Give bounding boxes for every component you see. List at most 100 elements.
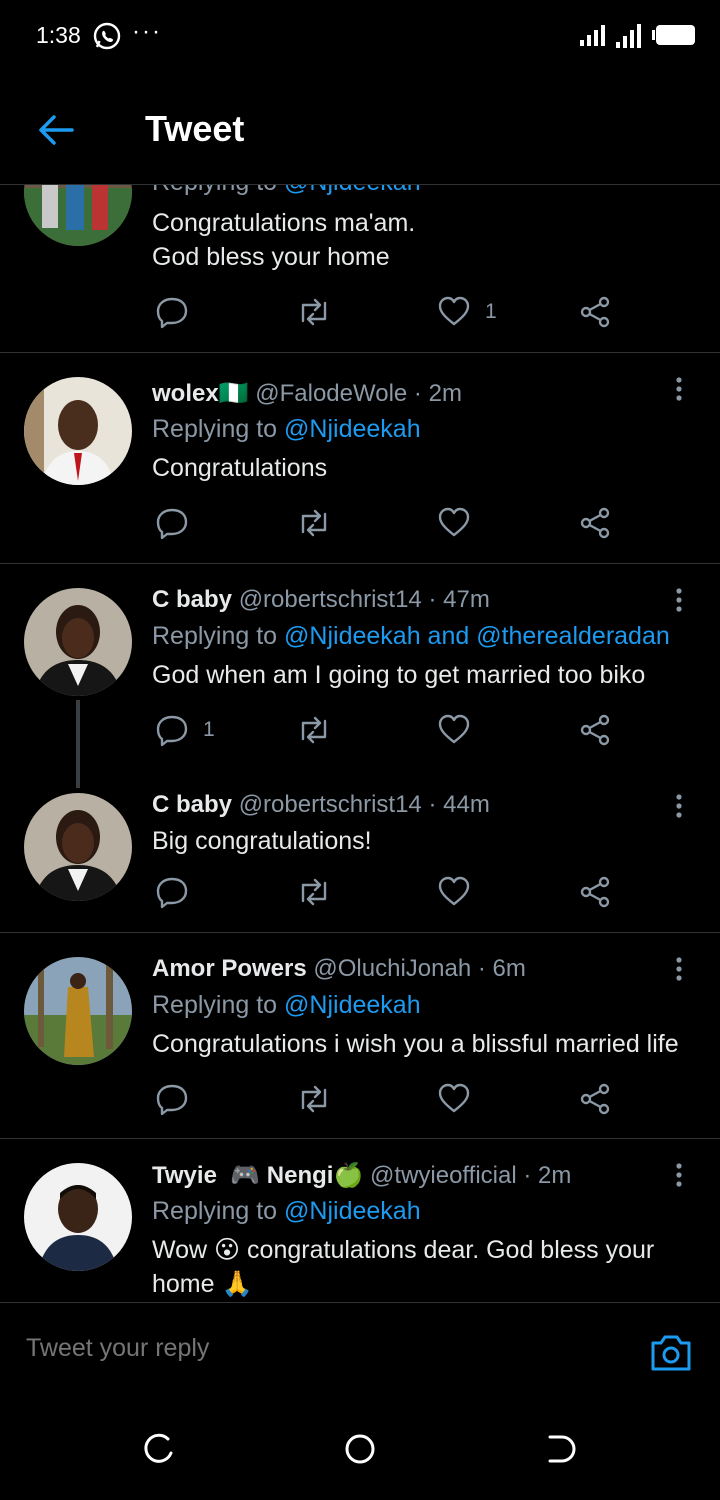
share-icon: [580, 507, 610, 539]
share-button[interactable]: [578, 505, 612, 541]
heart-icon: [438, 876, 470, 906]
share-icon: [580, 296, 610, 328]
app-header: Tweet: [0, 72, 720, 185]
divider: [0, 563, 720, 564]
like-button[interactable]: [437, 1081, 471, 1117]
whatsapp-icon: [93, 22, 121, 50]
comment-icon: [156, 1084, 188, 1116]
comment-icon: [156, 297, 188, 329]
more-options-icon[interactable]: [664, 586, 694, 616]
reply-actions: [0, 1081, 720, 1117]
avatar[interactable]: [24, 957, 132, 1065]
heart-icon: [438, 1083, 470, 1113]
more-options-icon[interactable]: [664, 792, 694, 822]
user-name[interactable]: Twyie ⁣ 🎮 Nengi🍏: [152, 1162, 363, 1189]
reply-button[interactable]: [155, 1081, 189, 1117]
reply-text: Wow 😮 congratulations dear. God bless yo…: [152, 1236, 655, 1298]
reply-count: 1: [203, 718, 215, 741]
like-count: 1: [485, 300, 497, 323]
comment-icon: [156, 877, 188, 909]
retweet-button[interactable]: [296, 294, 332, 330]
more-notifications-icon: ···: [132, 18, 162, 45]
reply-button[interactable]: [155, 505, 189, 541]
share-icon: [580, 1083, 610, 1115]
user-handle[interactable]: @OluchiJonah: [313, 955, 471, 982]
avatar[interactable]: [24, 377, 132, 485]
more-options-icon[interactable]: [664, 1161, 694, 1191]
timestamp: 44m: [443, 791, 490, 818]
reply-actions: [0, 874, 720, 910]
reply-meta: Amor Powers @OluchiJonah · 6m: [152, 955, 526, 982]
avatar[interactable]: [24, 1163, 132, 1271]
reply-button[interactable]: 1: [155, 712, 215, 748]
reply-mention-link[interactable]: @Njideekah and @therealderadan: [284, 622, 670, 650]
user-handle[interactable]: @robertschrist14: [239, 791, 422, 818]
heart-icon: [438, 507, 470, 537]
user-handle[interactable]: @FalodeWole: [255, 380, 407, 407]
back-arrow-icon[interactable]: [34, 108, 78, 152]
replies-feed[interactable]: Replying to @Njideekah Congratulations m…: [0, 184, 720, 1302]
retweet-icon: [301, 298, 327, 326]
share-button[interactable]: [578, 712, 612, 748]
share-icon: [580, 876, 610, 908]
status-bar: 1:38 ···: [0, 0, 720, 72]
avatar[interactable]: [24, 588, 132, 696]
battery-icon: [652, 25, 695, 45]
more-options-icon[interactable]: [664, 955, 694, 985]
retweet-icon: [301, 509, 327, 537]
reply-button[interactable]: [155, 294, 189, 330]
camera-icon[interactable]: [648, 1329, 694, 1375]
timestamp: 2m: [538, 1162, 572, 1189]
reply-meta: C baby @robertschrist14 · 44m: [152, 791, 490, 818]
recent-apps-icon[interactable]: [140, 1429, 180, 1469]
user-handle[interactable]: @robertschrist14: [239, 586, 422, 613]
more-options-icon[interactable]: [664, 375, 694, 405]
retweet-button[interactable]: [296, 712, 332, 748]
avatar[interactable]: [24, 184, 132, 246]
reply-meta: Twyie ⁣ 🎮 Nengi🍏 @twyieofficial · 2m: [152, 1162, 572, 1189]
back-nav-icon[interactable]: [540, 1429, 580, 1469]
reply-text: Congratulations: [152, 454, 328, 482]
share-button[interactable]: [578, 874, 612, 910]
retweet-button[interactable]: [296, 874, 332, 910]
reply-text: God when am I going to get married too b…: [152, 661, 646, 689]
heart-icon: [438, 296, 470, 326]
timestamp: 47m: [443, 586, 490, 613]
like-button[interactable]: [437, 874, 471, 910]
user-name[interactable]: wolex🇳🇬: [152, 380, 249, 407]
reply-actions: 1: [0, 294, 720, 330]
share-button[interactable]: [578, 294, 612, 330]
signal-4g-icon: [616, 24, 641, 48]
divider: [0, 1138, 720, 1139]
user-name[interactable]: C baby: [152, 586, 232, 613]
reply-mention-link[interactable]: @Njideekah: [284, 184, 421, 196]
share-icon: [580, 714, 610, 746]
user-name[interactable]: Amor Powers: [152, 955, 307, 982]
user-handle[interactable]: @twyieofficial: [370, 1162, 517, 1189]
status-time: 1:38: [36, 22, 81, 48]
reply-mention-link[interactable]: @Njideekah: [284, 1197, 421, 1225]
user-name[interactable]: C baby: [152, 791, 232, 818]
heart-icon: [438, 714, 470, 744]
timestamp: 6m: [492, 955, 526, 982]
page-title: Tweet: [145, 108, 245, 149]
divider: [0, 932, 720, 933]
like-button[interactable]: [437, 505, 471, 541]
home-icon[interactable]: [340, 1429, 380, 1469]
reply-text: Big congratulations!: [152, 827, 372, 855]
like-button[interactable]: 1: [437, 294, 497, 330]
reply-mention-link[interactable]: @Njideekah: [284, 991, 421, 1019]
like-button[interactable]: [437, 712, 471, 748]
reply-button[interactable]: [155, 874, 189, 910]
retweet-button[interactable]: [296, 1081, 332, 1117]
reply-mention-link[interactable]: @Njideekah: [284, 415, 421, 443]
retweet-button[interactable]: [296, 505, 332, 541]
comment-icon: [156, 508, 188, 540]
reply-text: Congratulations i wish you a blissful ma…: [152, 1030, 679, 1058]
share-button[interactable]: [578, 1081, 612, 1117]
signal-icon: [580, 25, 605, 46]
reply-input[interactable]: [24, 1327, 608, 1369]
retweet-icon: [301, 716, 327, 744]
timestamp: 2m: [428, 380, 462, 407]
comment-icon: [156, 715, 188, 747]
